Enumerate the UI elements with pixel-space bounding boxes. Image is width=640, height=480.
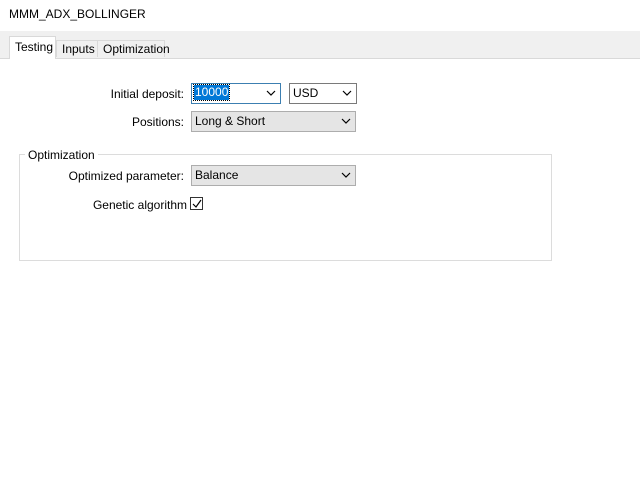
- window: MMM_ADX_BOLLINGER Testing Inputs Optimiz…: [0, 0, 640, 480]
- tab-inputs[interactable]: Inputs: [56, 40, 98, 57]
- genetic-algorithm-checkbox[interactable]: [190, 197, 203, 210]
- chevron-down-icon[interactable]: [266, 90, 276, 97]
- optimized-parameter-label: Optimized parameter:: [68, 169, 184, 183]
- tab-testing[interactable]: Testing: [9, 36, 56, 59]
- initial-deposit-label: Initial deposit:: [110, 87, 184, 101]
- chevron-down-icon[interactable]: [341, 172, 351, 179]
- window-title: MMM_ADX_BOLLINGER: [9, 7, 146, 21]
- checkmark-icon: [192, 199, 202, 208]
- chevron-down-icon[interactable]: [342, 90, 352, 97]
- chevron-down-icon[interactable]: [341, 118, 351, 125]
- initial-deposit-combo[interactable]: 10000: [191, 83, 281, 104]
- optimized-parameter-select[interactable]: Balance: [191, 165, 356, 186]
- tab-optimization[interactable]: Optimization: [97, 40, 170, 57]
- positions-label: Positions:: [131, 115, 184, 129]
- tab-strip: Testing Inputs Optimization: [0, 31, 640, 59]
- optimized-parameter-value: Balance: [195, 168, 239, 182]
- currency-value: USD: [293, 86, 319, 100]
- positions-select[interactable]: Long & Short: [191, 111, 356, 132]
- currency-select[interactable]: USD: [289, 83, 357, 104]
- initial-deposit-value[interactable]: 10000: [192, 84, 231, 101]
- optimization-group-title: Optimization: [25, 148, 98, 162]
- genetic-algorithm-label[interactable]: Genetic algorithm: [93, 198, 187, 212]
- positions-value: Long & Short: [195, 114, 266, 128]
